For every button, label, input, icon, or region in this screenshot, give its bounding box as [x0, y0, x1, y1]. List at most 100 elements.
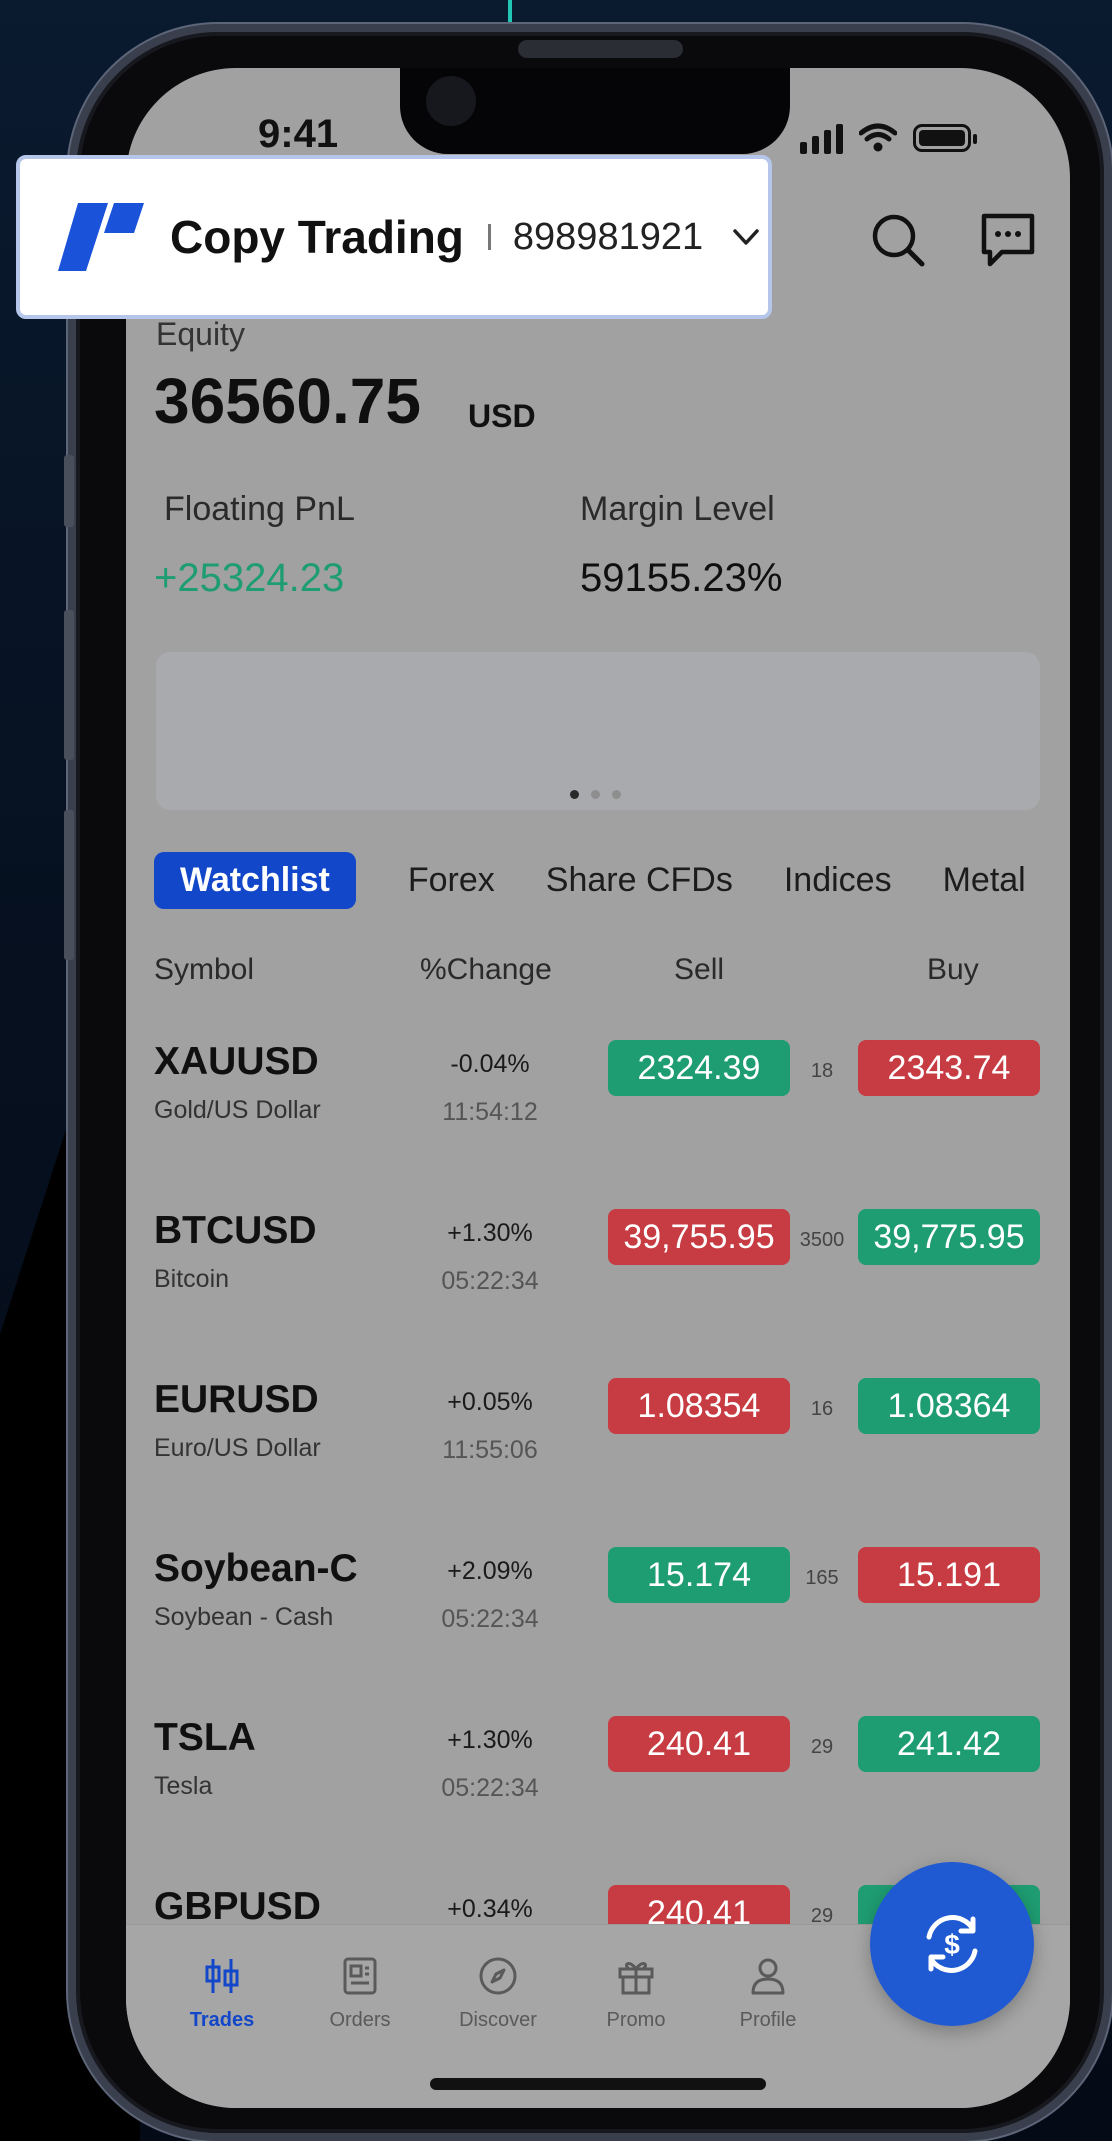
- table-row[interactable]: BTCUSD Bitcoin +1.30% 05:22:34 39,755.95 3500…: [0, 1209, 1112, 1329]
- status-time: 9:41: [258, 112, 339, 156]
- percent-change: +0.05%: [447, 1388, 533, 1416]
- chevron-down-icon[interactable]: [729, 220, 763, 254]
- tab-watchlist[interactable]: Watchlist: [154, 852, 356, 909]
- quote-time: 11:54:12: [442, 1098, 538, 1126]
- sell-price-button[interactable]: 1.08354: [608, 1378, 790, 1434]
- equity-label: Equity: [156, 316, 245, 352]
- symbol-label: GBPUSD: [154, 1885, 321, 1928]
- buy-price-button[interactable]: 241.42: [858, 1716, 1040, 1772]
- nav-orders[interactable]: Orders: [300, 1955, 420, 2032]
- buy-price-button[interactable]: 15.191: [858, 1547, 1040, 1603]
- quote-time: 11:55:06: [442, 1436, 538, 1464]
- buy-price-button[interactable]: 1.08364: [858, 1378, 1040, 1434]
- buy-price-button[interactable]: 2343.74: [858, 1040, 1040, 1096]
- home-indicator: [430, 2078, 766, 2090]
- symbol-label: Soybean-C: [154, 1547, 358, 1590]
- table-row[interactable]: XAUUSD Gold/US Dollar -0.04% 11:54:12 2324.3…: [0, 1040, 1112, 1160]
- spread-value: 3500: [799, 1229, 845, 1251]
- tab-indices[interactable]: Indices: [784, 861, 892, 900]
- symbol-label: TSLA: [154, 1716, 256, 1759]
- search-icon[interactable]: [868, 210, 928, 270]
- nav-trades[interactable]: Trades: [162, 1955, 282, 2032]
- quote-time: 05:22:34: [441, 1267, 539, 1295]
- nav-label: Profile: [739, 2009, 797, 2031]
- percent-change: -0.04%: [450, 1050, 530, 1078]
- profile-icon: [751, 1958, 785, 1995]
- volume-up-button: [64, 610, 74, 760]
- table-row[interactable]: TSLA Tesla +1.30% 05:22:34 240.41 29 241.42: [0, 1716, 1112, 1836]
- quote-time: 05:22:34: [441, 1774, 539, 1802]
- currency-exchange-icon: $: [926, 1915, 978, 1973]
- percent-change: +2.09%: [447, 1557, 533, 1585]
- message-icon[interactable]: [978, 210, 1038, 270]
- gift-icon: [618, 1962, 654, 1995]
- spread-value: 29: [810, 1736, 834, 1758]
- mute-switch: [64, 455, 74, 527]
- nav-label: Discover: [459, 2009, 537, 2031]
- orders-icon: [343, 1957, 377, 1995]
- account-number: 898981921: [512, 215, 704, 258]
- compass-icon: [479, 1957, 517, 1995]
- speaker: [518, 40, 683, 58]
- brand-logo: [58, 203, 144, 271]
- banner-pagination: [570, 790, 621, 799]
- pagination-dot: [570, 790, 579, 799]
- volume-down-button: [64, 810, 74, 960]
- sell-price-button[interactable]: 39,755.95: [608, 1209, 790, 1265]
- symbol-label: BTCUSD: [154, 1209, 317, 1252]
- table-row[interactable]: EURUSD Euro/US Dollar +0.05% 11:55:06 1.0835…: [0, 1378, 1112, 1498]
- nav-label: Promo: [606, 2009, 666, 2031]
- floating-pnl-label: Floating PnL: [164, 490, 355, 528]
- symbol-name: Euro/US Dollar: [154, 1434, 321, 1462]
- nav-profile[interactable]: Profile: [708, 1955, 828, 2032]
- nav-promo[interactable]: Promo: [576, 1955, 696, 2032]
- symbol-label: XAUUSD: [154, 1040, 319, 1083]
- tab-metal[interactable]: Metal: [943, 861, 1026, 900]
- divider: [487, 224, 491, 250]
- equity-currency: USD: [468, 398, 536, 434]
- table-row[interactable]: Soybean-C Soybean - Cash +2.09% 05:22:34 15.…: [0, 1547, 1112, 1667]
- battery-icon: [913, 124, 977, 152]
- column-header-symbol: Symbol: [154, 953, 255, 986]
- margin-level-label: Margin Level: [580, 490, 775, 528]
- candlestick-icon: [205, 1959, 239, 1993]
- column-header-buy: Buy: [927, 953, 979, 986]
- column-header-change: %Change: [420, 953, 552, 986]
- margin-level-value: 59155.23%: [580, 556, 783, 600]
- equity-value: 36560.75: [154, 365, 421, 437]
- nav-label: Trades: [189, 2009, 255, 2031]
- market-tabs: Watchlist Forex Share CFDs Indices Metal: [154, 852, 1077, 909]
- symbol-name: Tesla: [154, 1772, 213, 1800]
- nav-discover[interactable]: Discover: [438, 1955, 558, 2032]
- front-camera: [426, 76, 476, 126]
- pagination-dot: [591, 790, 600, 799]
- symbol-name: Bitcoin: [154, 1265, 230, 1293]
- pagination-dot: [612, 790, 621, 799]
- tab-share-cfds[interactable]: Share CFDs: [546, 861, 733, 900]
- sell-price-button[interactable]: 15.174: [608, 1547, 790, 1603]
- promo-banner[interactable]: [156, 652, 1040, 810]
- status-icons: [800, 118, 977, 158]
- quote-time: 05:22:34: [441, 1605, 539, 1633]
- signal-icon: [800, 122, 843, 154]
- wifi-icon: [859, 123, 897, 152]
- symbol-label: EURUSD: [154, 1378, 319, 1421]
- percent-change: +1.30%: [447, 1726, 533, 1754]
- symbol-name: Soybean - Cash: [154, 1603, 334, 1631]
- notch: [400, 40, 790, 154]
- symbol-name: Gold/US Dollar: [154, 1096, 321, 1124]
- account-title: Copy Trading: [170, 211, 464, 263]
- svg-text:$: $: [944, 1929, 960, 1960]
- deposit-button[interactable]: $: [870, 1862, 1034, 2026]
- sell-price-button[interactable]: 240.41: [608, 1716, 790, 1772]
- account-selector[interactable]: Copy Trading 898981921: [16, 155, 772, 319]
- percent-change: +1.30%: [447, 1219, 533, 1247]
- floating-pnl-value: +25324.23: [154, 556, 345, 600]
- buy-price-button[interactable]: 39,775.95: [858, 1209, 1040, 1265]
- spread-value: 18: [810, 1060, 834, 1082]
- spread-value: 165: [805, 1567, 839, 1589]
- sell-price-button[interactable]: 2324.39: [608, 1040, 790, 1096]
- tab-forex[interactable]: Forex: [408, 861, 495, 900]
- percent-change: +0.34%: [447, 1895, 533, 1923]
- spread-value: 16: [810, 1398, 834, 1420]
